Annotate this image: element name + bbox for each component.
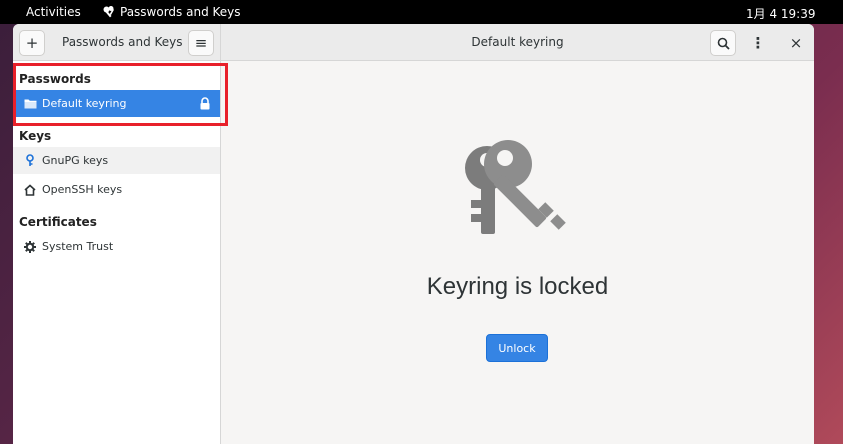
keys-icon [465,140,566,234]
app-window: + Passwords and Keys ≡ Default keyring ⋮… [13,24,814,444]
sidebar-item-default-keyring[interactable]: Default keyring [13,90,220,117]
more-button[interactable]: ⋮ [745,30,771,56]
sidebar-item-system-trust[interactable]: System Trust [13,233,220,260]
locked-status-text: Keyring is locked [426,273,609,300]
lock-icon [200,97,210,110]
sidebar: Passwords Default keyring Keys GnuPG key… [13,61,221,444]
main-header: Default keyring ⋮ × [221,24,814,61]
gear-icon [23,240,37,254]
search-icon [717,37,730,50]
app-menu[interactable]: Passwords and Keys [102,5,241,19]
main-content: Keyring is locked Unlock [221,61,814,444]
add-icon: + [25,34,39,52]
main-menu-button[interactable]: ≡ [188,30,214,56]
sidebar-item-label: OpenSSH keys [42,183,123,196]
home-icon [23,183,37,197]
activities-button[interactable]: Activities [26,5,81,19]
sidebar-header: + Passwords and Keys ≡ [13,24,221,61]
unlock-button[interactable]: Unlock [486,334,548,362]
keys-icon [103,6,114,18]
folder-icon [23,97,37,111]
section-title-certificates: Certificates [19,215,97,229]
clock[interactable]: 1月 4 19:39 [746,5,815,22]
add-button[interactable]: + [19,30,45,56]
sidebar-item-openssh-keys[interactable]: OpenSSH keys [13,176,220,203]
close-button[interactable]: × [783,30,809,56]
section-title-passwords: Passwords [19,72,91,86]
sidebar-item-label: System Trust [42,240,114,253]
close-icon: × [789,34,803,52]
section-title-keys: Keys [19,129,52,143]
sidebar-item-label: GnuPG keys [42,154,109,167]
app-name: Passwords and Keys [120,5,241,19]
more-vertical-icon: ⋮ [750,34,766,52]
sidebar-item-gnupg-keys[interactable]: GnuPG keys [13,147,220,174]
sidebar-title: Passwords and Keys [62,35,183,49]
hamburger-menu-icon: ≡ [194,34,208,52]
search-button[interactable] [710,30,736,56]
gnupg-key-icon [23,154,37,168]
sidebar-item-label: Default keyring [42,97,127,110]
top-bar: Activities Passwords and Keys 1月 4 19:39 [0,0,843,24]
